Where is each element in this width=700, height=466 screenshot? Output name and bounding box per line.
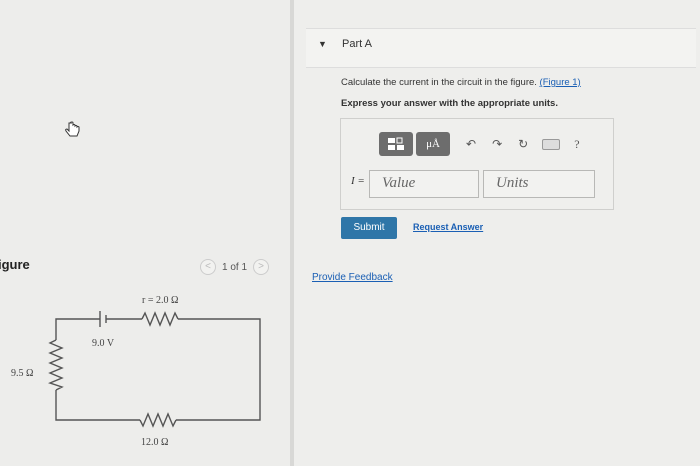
top-wire-left xyxy=(55,318,100,340)
answer-box: μÅ ↶ ↷ ↻ ? I = Value Units xyxy=(340,118,614,210)
request-answer-link[interactable]: Request Answer xyxy=(413,222,483,232)
collapse-triangle-icon[interactable]: ▼ xyxy=(318,39,327,49)
circuit-diagram: r = 2.0 Ω 9.0 V 9.5 Ω 12.0 Ω xyxy=(11,295,261,448)
figure-link[interactable]: (Figure 1) xyxy=(540,77,581,88)
next-figure-button[interactable]: > xyxy=(253,259,270,275)
pager-count: 1 of 1 xyxy=(222,261,248,273)
part-header[interactable]: ▼ Part A xyxy=(306,28,696,68)
units-input[interactable]: Units xyxy=(483,170,595,198)
hand-cursor-icon xyxy=(65,121,80,137)
submit-button[interactable]: Submit xyxy=(341,217,397,239)
internal-resistor xyxy=(141,311,179,327)
keyboard-icon[interactable] xyxy=(542,138,561,150)
question-pane: ▼ Part A Calculate the current in the ci… xyxy=(294,0,700,466)
question-text: Calculate the current in the circuit in … xyxy=(341,77,581,88)
template-button[interactable] xyxy=(379,132,413,156)
answer-toolbar: μÅ ↶ ↷ ↻ ? xyxy=(379,132,580,156)
provide-feedback-link[interactable]: Provide Feedback xyxy=(312,272,393,283)
figure-pager: < 1 of 1 > xyxy=(200,258,270,276)
emf-label: 9.0 V xyxy=(92,338,115,349)
undo-icon[interactable]: ↶ xyxy=(466,137,476,151)
template-icon xyxy=(388,137,404,150)
reset-icon[interactable]: ↻ xyxy=(518,137,528,151)
units-button[interactable]: μÅ xyxy=(416,132,450,156)
left-resistor xyxy=(48,339,64,391)
top-right-wire xyxy=(176,318,261,421)
left-resistor-label: 9.5 Ω xyxy=(11,368,33,379)
value-input[interactable]: Value xyxy=(369,170,479,198)
bottom-left-wire xyxy=(55,390,140,421)
redo-icon[interactable]: ↷ xyxy=(492,137,502,151)
variable-label: I = xyxy=(351,175,365,187)
internal-resistance-label: r = 2.0 Ω xyxy=(142,295,178,306)
prev-figure-button[interactable]: < xyxy=(200,259,216,275)
figure-heading: igure xyxy=(0,257,30,272)
figure-pane: igure < 1 of 1 > r = 2.0 Ω 9.0 V 9.5 Ω 1… xyxy=(0,0,290,466)
answer-instruction: Express your answer with the appropriate… xyxy=(341,98,558,109)
help-icon[interactable]: ? xyxy=(574,137,579,152)
question-body: Calculate the current in the circuit in … xyxy=(341,77,540,88)
bottom-resistor-label: 12.0 Ω xyxy=(141,437,168,448)
bottom-resistor xyxy=(139,412,177,428)
part-title: Part A xyxy=(342,38,372,50)
